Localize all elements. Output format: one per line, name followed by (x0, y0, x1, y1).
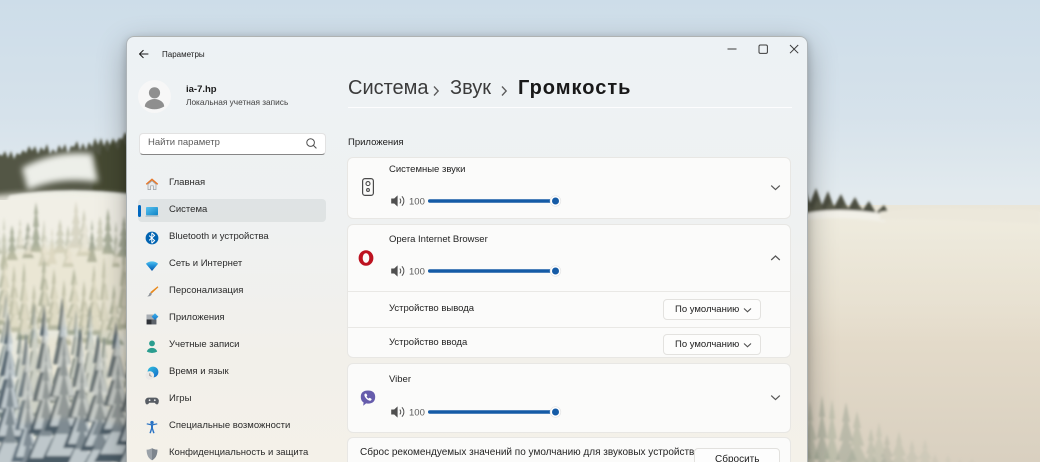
svg-text:100: 100 (409, 196, 425, 207)
svg-text:100: 100 (409, 266, 425, 277)
svg-text:100: 100 (409, 407, 425, 418)
